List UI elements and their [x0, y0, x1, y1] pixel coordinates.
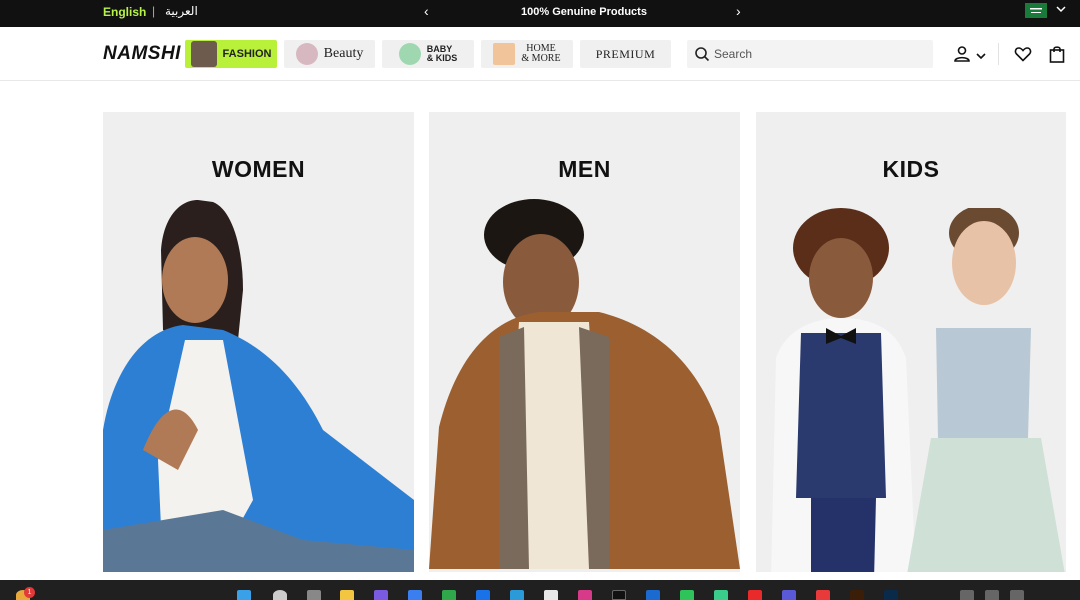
search-icon	[694, 46, 710, 67]
youtube-icon[interactable]	[748, 590, 762, 600]
namshi-logo[interactable]: NAMSHI	[103, 43, 181, 65]
store-icon[interactable]	[544, 590, 558, 600]
search-input[interactable]	[714, 44, 924, 64]
country-chevron-icon[interactable]	[1056, 4, 1066, 17]
category-card-title: MEN	[558, 156, 611, 182]
header-divider	[998, 43, 999, 65]
promo-next-arrow-icon[interactable]: ›	[736, 3, 741, 19]
app-red-icon[interactable]	[816, 590, 830, 600]
outlook-icon[interactable]	[646, 590, 660, 600]
home-lamp-thumb-icon	[493, 43, 516, 65]
man-brown-jacket-photo	[429, 199, 740, 569]
shopping-bag-icon[interactable]	[1049, 45, 1065, 68]
telegram-icon[interactable]	[510, 590, 524, 600]
copilot-icon[interactable]	[374, 590, 388, 600]
tiktok-icon[interactable]	[612, 590, 626, 600]
woman-blue-blazer-photo	[103, 200, 414, 572]
windows-start-icon[interactable]	[237, 590, 251, 600]
kids-formal-wear-photo	[771, 208, 1065, 572]
search-bar[interactable]	[687, 40, 933, 68]
category-tab-baby-kids[interactable]: BABY & KIDS	[382, 40, 474, 68]
language-separator: |	[152, 4, 156, 18]
teams-icon[interactable]	[782, 590, 796, 600]
tray-icon[interactable]	[960, 590, 974, 600]
instagram-icon[interactable]	[578, 590, 592, 600]
task-view-icon[interactable]	[307, 590, 321, 600]
category-card-title: KIDS	[882, 156, 940, 182]
file-explorer-icon[interactable]	[340, 590, 354, 600]
tray-icon[interactable]	[985, 590, 999, 600]
chevron-down-icon[interactable]	[976, 48, 986, 66]
category-card-women[interactable]: WOMEN	[103, 112, 414, 572]
notification-badge: 1	[24, 587, 35, 598]
heart-icon[interactable]	[1014, 45, 1032, 68]
category-tab-home-more[interactable]: HOME & MORE	[481, 40, 573, 68]
announcement-bar: English | العربية ‹ 100% Genuine Product…	[0, 0, 1080, 27]
photoshop-icon[interactable]	[884, 590, 898, 600]
os-taskbar	[0, 580, 1080, 600]
category-tab-label: Beauty	[323, 46, 364, 61]
main-header: NAMSHI FASHION Beauty BABY & KIDS HOME &…	[0, 27, 1080, 81]
baby-kids-thumb-icon	[398, 43, 421, 65]
promo-prev-arrow-icon[interactable]: ‹	[424, 3, 429, 19]
category-tab-label: FASHION	[222, 48, 272, 60]
language-english-link[interactable]: English	[103, 5, 146, 19]
chrome-icon[interactable]	[442, 590, 456, 600]
category-card-title: WOMEN	[211, 156, 306, 182]
category-tab-fashion[interactable]: FASHION	[185, 40, 277, 68]
category-tab-label: HOME & MORE	[521, 43, 561, 64]
search-taskbar-icon[interactable]	[273, 590, 287, 600]
fashion-models-thumb-icon	[190, 41, 217, 67]
saudi-flag-icon[interactable]	[1025, 3, 1047, 18]
user-icon[interactable]	[953, 45, 971, 68]
whatsapp-icon[interactable]	[680, 590, 694, 600]
tray-icon[interactable]	[1010, 590, 1024, 600]
chat-app-icon[interactable]	[714, 590, 728, 600]
messenger-icon[interactable]	[408, 590, 422, 600]
language-arabic-link[interactable]: العربية	[165, 4, 198, 18]
category-card-kids[interactable]: KIDS	[756, 112, 1066, 572]
illustrator-icon[interactable]	[850, 590, 864, 600]
facebook-icon[interactable]	[476, 590, 490, 600]
category-tab-beauty[interactable]: Beauty	[284, 40, 375, 68]
promo-text: 100% Genuine Products	[521, 6, 647, 18]
beauty-model-thumb-icon	[295, 43, 318, 65]
category-tab-premium[interactable]: PREMIUM	[580, 40, 671, 68]
category-tab-label: PREMIUM	[595, 46, 656, 61]
category-tab-label: BABY & KIDS	[426, 44, 458, 63]
category-card-men[interactable]: MEN	[429, 112, 740, 572]
